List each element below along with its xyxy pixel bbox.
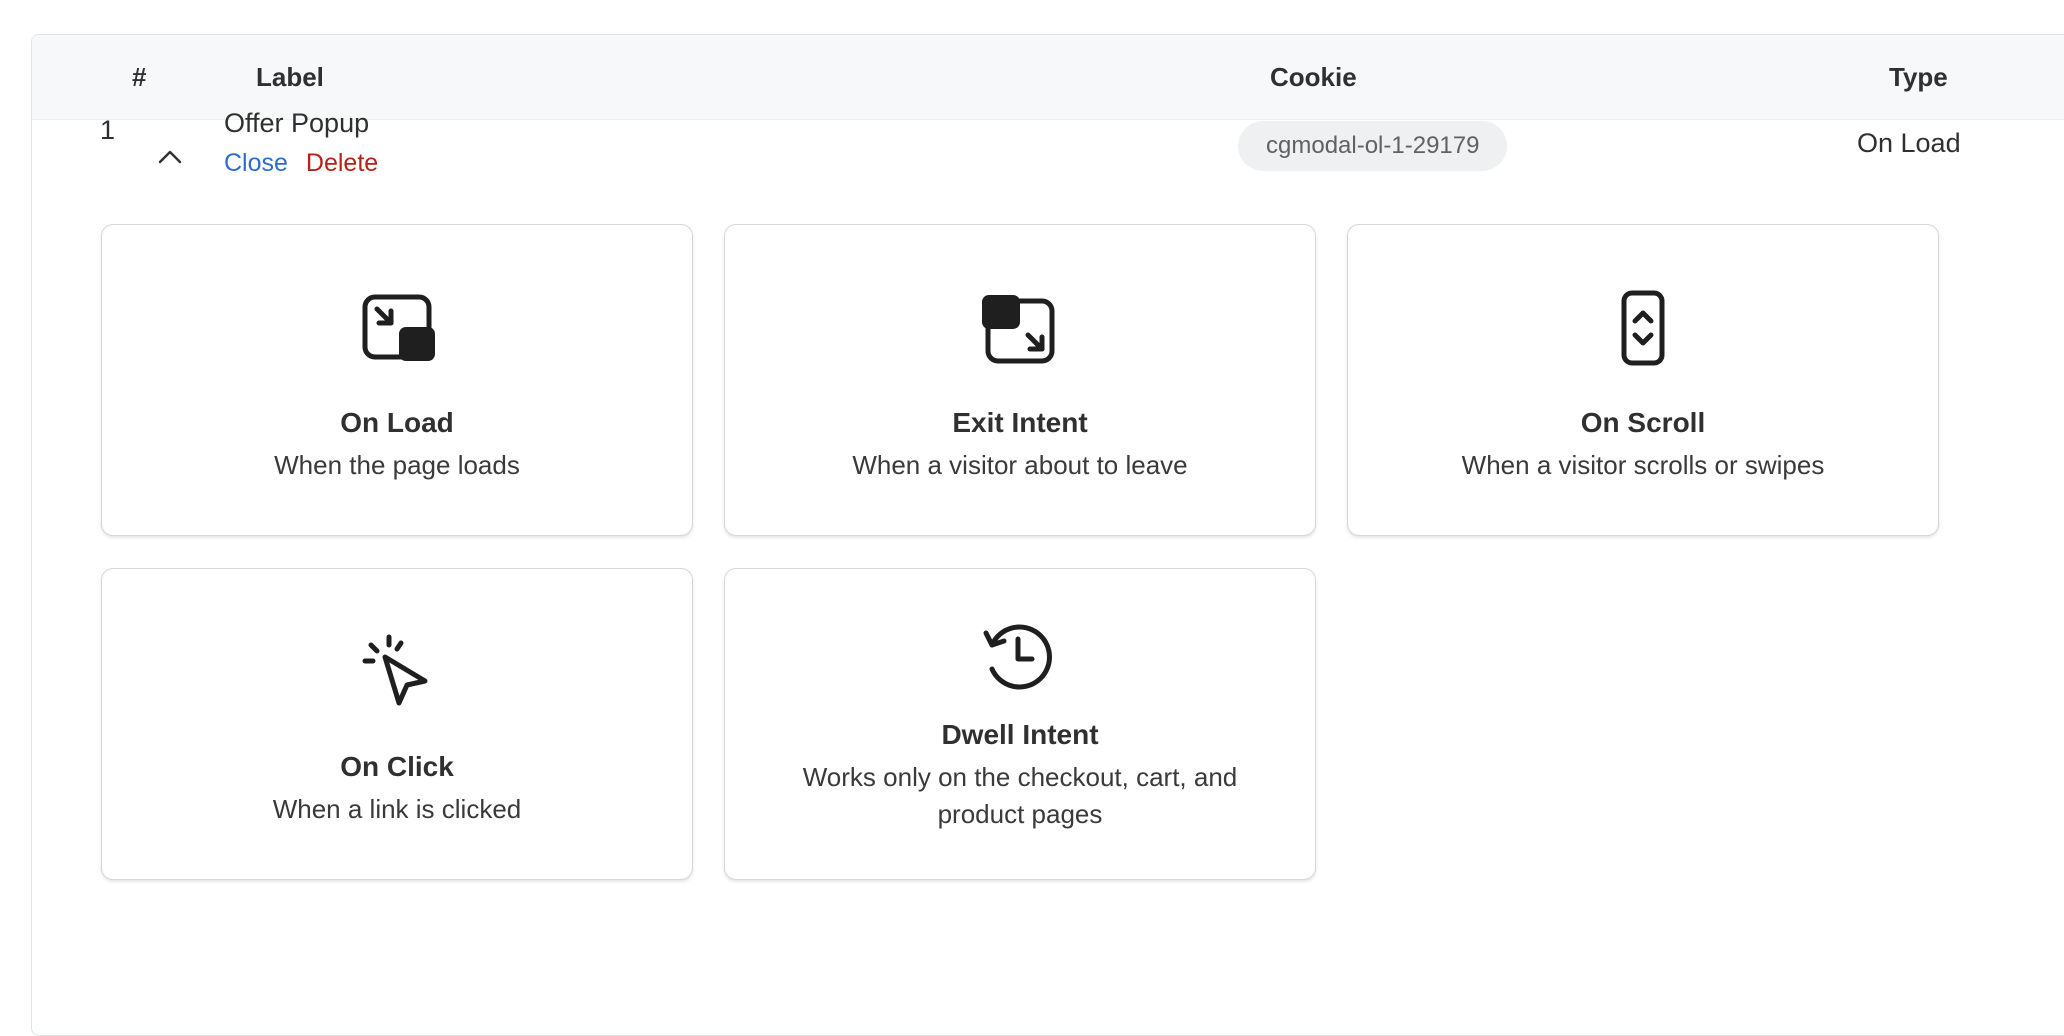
column-header-type: Type: [1889, 62, 1948, 92]
trigger-description: Works only on the checkout, cart, and pr…: [802, 762, 1238, 829]
cookie-badge: cgmodal-ol-1-29179: [1238, 121, 1508, 171]
trigger-description: When a visitor about to leave: [852, 450, 1188, 480]
close-link[interactable]: Close: [224, 149, 288, 177]
trigger-description: When a visitor scrolls or swipes: [1461, 450, 1825, 480]
trigger-card-on-click[interactable]: On Click When a link is clicked: [101, 568, 693, 880]
trigger-card-dwell-intent[interactable]: Dwell Intent Works only on the checkout,…: [724, 568, 1316, 880]
row-number: 1: [100, 115, 116, 145]
row-type: On Load: [1857, 128, 1961, 158]
trigger-card-exit-intent[interactable]: Exit Intent When a visitor about to leav…: [724, 224, 1316, 536]
trigger-title: Dwell Intent: [941, 719, 1099, 750]
chevron-up-icon[interactable]: [152, 144, 188, 170]
trigger-title: On Load: [340, 407, 454, 438]
column-header-label: Label: [256, 62, 324, 92]
trigger-title: On Scroll: [1580, 407, 1706, 438]
trigger-description: When a link is clicked: [272, 794, 522, 824]
delete-link[interactable]: Delete: [306, 149, 378, 177]
dwell-intent-icon: [983, 624, 1052, 690]
trigger-description: When the page loads: [274, 450, 520, 480]
row-actions: Close Delete: [224, 149, 378, 178]
trigger-title: Exit Intent: [952, 407, 1088, 438]
row-label: Offer Popup: [224, 108, 370, 138]
trigger-card-on-scroll[interactable]: On Scroll When a visitor scrolls or swip…: [1347, 224, 1939, 536]
trigger-title: On Click: [340, 751, 454, 782]
column-header-number: #: [132, 62, 147, 92]
on-load-icon: [362, 294, 435, 361]
on-click-icon: [362, 634, 428, 706]
column-header-cookie: Cookie: [1270, 62, 1357, 92]
trigger-card-on-load[interactable]: On Load When the page loads: [101, 224, 693, 536]
exit-intent-icon: [982, 295, 1055, 364]
on-scroll-icon: [1621, 290, 1665, 366]
